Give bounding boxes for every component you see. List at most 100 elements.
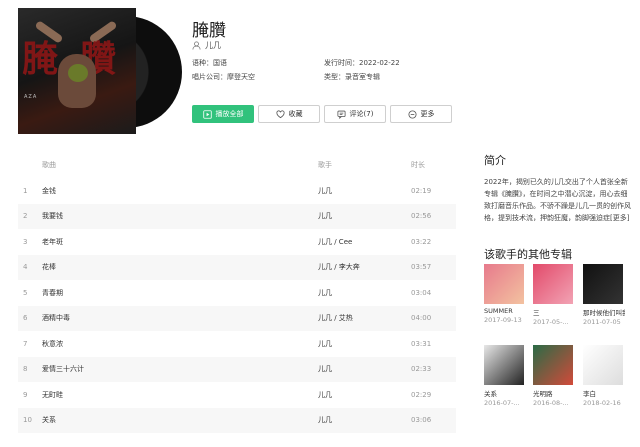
genre-value: 国语 bbox=[213, 59, 227, 67]
header-song: 歌曲 bbox=[42, 161, 56, 169]
company-value[interactable]: 摩登天空 bbox=[227, 73, 255, 81]
intro-text: 2022年，揭别已久的儿几交出了个人首张全新专辑《腌臢》，在时间之中潜心沉淀，用… bbox=[484, 178, 631, 222]
album-page: 腌 臢 AZA 腌臢 儿几 语种：国语 发行时间：2022-02-22 唱片公司… bbox=[0, 0, 640, 447]
song-name[interactable]: 秋意浓 bbox=[42, 339, 318, 349]
song-row[interactable]: 10 关系 儿几 03:06 bbox=[18, 407, 456, 433]
song-singer[interactable]: 儿几 bbox=[318, 415, 411, 425]
song-singer[interactable]: 儿几 / 艾热 bbox=[318, 313, 411, 323]
album-card[interactable]: 那时候他们叫我腌臢2011-07-05 bbox=[583, 264, 625, 326]
song-name[interactable]: 酒精中毒 bbox=[42, 313, 318, 323]
song-singer[interactable]: 儿几 / 李大奔 bbox=[318, 262, 411, 272]
song-singer[interactable]: 儿几 bbox=[318, 390, 411, 400]
intro-more-link[interactable]: [更多] bbox=[610, 214, 629, 222]
song-name[interactable]: 金钱 bbox=[42, 186, 318, 196]
user-icon bbox=[192, 41, 201, 50]
type-label: 类型： bbox=[324, 73, 345, 81]
album-card[interactable]: 三 2017-05-... bbox=[533, 264, 575, 326]
album-card-cover[interactable] bbox=[583, 345, 623, 385]
song-name[interactable]: 花棒 bbox=[42, 262, 318, 272]
song-row[interactable]: 5 青春期 儿几 03:04 bbox=[18, 280, 456, 306]
song-rows: 1 金钱 儿几 02:19 2 我要钱 儿几 02:56 3 老年斑 儿几 / Cee 03:22 4 花… bbox=[18, 178, 456, 433]
album-card-name[interactable]: 那时候他们叫我腌臢 bbox=[583, 307, 625, 317]
song-duration: 03:31 bbox=[411, 339, 432, 348]
play-icon bbox=[202, 109, 212, 119]
song-row[interactable]: 2 我要钱 儿几 02:56 bbox=[18, 203, 456, 229]
song-name[interactable]: 我要钱 bbox=[42, 211, 318, 221]
album-card-date: 2018-02-16 bbox=[583, 399, 621, 407]
comment-label: 评论(7) bbox=[349, 110, 374, 118]
more-button[interactable]: 更多 bbox=[390, 105, 452, 123]
song-duration: 03:22 bbox=[411, 237, 432, 246]
artist-line[interactable]: 儿几 bbox=[192, 40, 221, 51]
song-index: 1 bbox=[23, 186, 28, 195]
song-singer[interactable]: 儿几 / Cee bbox=[318, 237, 411, 247]
cover-plant bbox=[68, 64, 88, 82]
song-row[interactable]: 7 秋意浓 儿几 03:31 bbox=[18, 331, 456, 357]
favorite-button[interactable]: 收藏 bbox=[258, 105, 320, 123]
song-name[interactable]: 无町畦 bbox=[42, 390, 318, 400]
song-singer[interactable]: 儿几 bbox=[318, 364, 411, 374]
album-cover[interactable]: 腌 臢 AZA bbox=[18, 8, 136, 134]
album-card-name[interactable]: SUMMER bbox=[484, 307, 526, 315]
song-name[interactable]: 青春期 bbox=[42, 288, 318, 298]
release-value: 2022-02-22 bbox=[359, 59, 400, 67]
comment-icon bbox=[337, 110, 346, 119]
song-row[interactable]: 6 酒精中毒 儿几 / 艾热 04:00 bbox=[18, 305, 456, 331]
song-list: 歌曲 歌手 时长 1 金钱 儿几 02:19 2 我要钱 儿几 02:56 3 老年斑 儿几 / C… bbox=[18, 152, 456, 433]
song-singer[interactable]: 儿几 bbox=[318, 211, 411, 221]
song-row[interactable]: 3 老年斑 儿几 / Cee 03:22 bbox=[18, 229, 456, 255]
intro-heading: 简介 bbox=[484, 154, 506, 167]
song-singer[interactable]: 儿几 bbox=[318, 186, 411, 196]
song-row[interactable]: 1 金钱 儿几 02:19 bbox=[18, 178, 456, 204]
more-icon bbox=[407, 109, 417, 119]
album-card-date: 2011-07-05 bbox=[583, 318, 621, 326]
play-all-button[interactable]: 播放全部 bbox=[192, 105, 254, 123]
cover-text-left: 腌 bbox=[22, 38, 59, 80]
song-duration: 03:06 bbox=[411, 416, 432, 425]
company-label: 唱片公司： bbox=[192, 73, 227, 81]
song-name[interactable]: 老年斑 bbox=[42, 237, 318, 247]
album-card-date: 2016-07-... bbox=[484, 399, 520, 407]
song-singer[interactable]: 儿几 bbox=[318, 288, 411, 298]
album-card-name[interactable]: 李白 bbox=[583, 388, 625, 398]
intro-section: 简介 2022年，揭别已久的儿几交出了个人首张全新专辑《腌臢》，在时间之中潜心沉… bbox=[484, 152, 634, 224]
other-albums-heading: 该歌手的其他专辑 bbox=[484, 248, 572, 261]
song-duration: 04:00 bbox=[411, 314, 432, 323]
song-duration: 03:57 bbox=[411, 263, 432, 272]
song-row[interactable]: 4 花棒 儿几 / 李大奔 03:57 bbox=[18, 254, 456, 280]
meta-company: 唱片公司：摩登天空 bbox=[192, 72, 255, 82]
song-row[interactable]: 8 爱情三十六计 儿几 02:33 bbox=[18, 356, 456, 382]
album-card[interactable]: 李白 2018-02-16 bbox=[583, 345, 625, 407]
album-card[interactable]: 关系 2016-07-... bbox=[484, 345, 526, 407]
album-card-cover[interactable] bbox=[484, 345, 524, 385]
album-card[interactable]: SUMMER 2017-09-13 bbox=[484, 264, 526, 324]
song-index: 2 bbox=[23, 212, 28, 221]
album-card-cover[interactable] bbox=[484, 264, 524, 304]
album-card-name[interactable]: 三 bbox=[533, 307, 575, 317]
song-singer[interactable]: 儿几 bbox=[318, 339, 411, 349]
album-card[interactable]: 光明路 2016-08-... bbox=[533, 345, 575, 407]
album-card-cover[interactable] bbox=[533, 345, 573, 385]
release-label: 发行时间： bbox=[324, 59, 359, 67]
comment-button[interactable]: 评论(7) bbox=[324, 105, 386, 123]
album-card-cover[interactable] bbox=[583, 264, 623, 304]
album-card-cover[interactable] bbox=[533, 264, 573, 304]
album-card-date: 2017-05-... bbox=[533, 318, 569, 326]
song-index: 5 bbox=[23, 288, 28, 297]
song-name[interactable]: 关系 bbox=[42, 415, 318, 425]
header-duration: 时长 bbox=[411, 161, 425, 169]
genre-label: 语种： bbox=[192, 59, 213, 67]
album-card-name[interactable]: 光明路 bbox=[533, 388, 575, 398]
song-index: 9 bbox=[23, 390, 28, 399]
song-name[interactable]: 爱情三十六计 bbox=[42, 364, 318, 374]
album-card-date: 2017-09-13 bbox=[484, 316, 522, 324]
song-duration: 03:04 bbox=[411, 288, 432, 297]
song-index: 8 bbox=[23, 365, 28, 374]
cover-small-text: AZA bbox=[24, 94, 38, 100]
album-card-name[interactable]: 关系 bbox=[484, 388, 526, 398]
artist-name-link[interactable]: 儿几 bbox=[205, 40, 221, 51]
song-duration: 02:29 bbox=[411, 390, 432, 399]
album-cover-area[interactable]: 腌 臢 AZA bbox=[18, 8, 182, 134]
song-duration: 02:56 bbox=[411, 212, 432, 221]
song-row[interactable]: 9 无町畦 儿几 02:29 bbox=[18, 382, 456, 408]
